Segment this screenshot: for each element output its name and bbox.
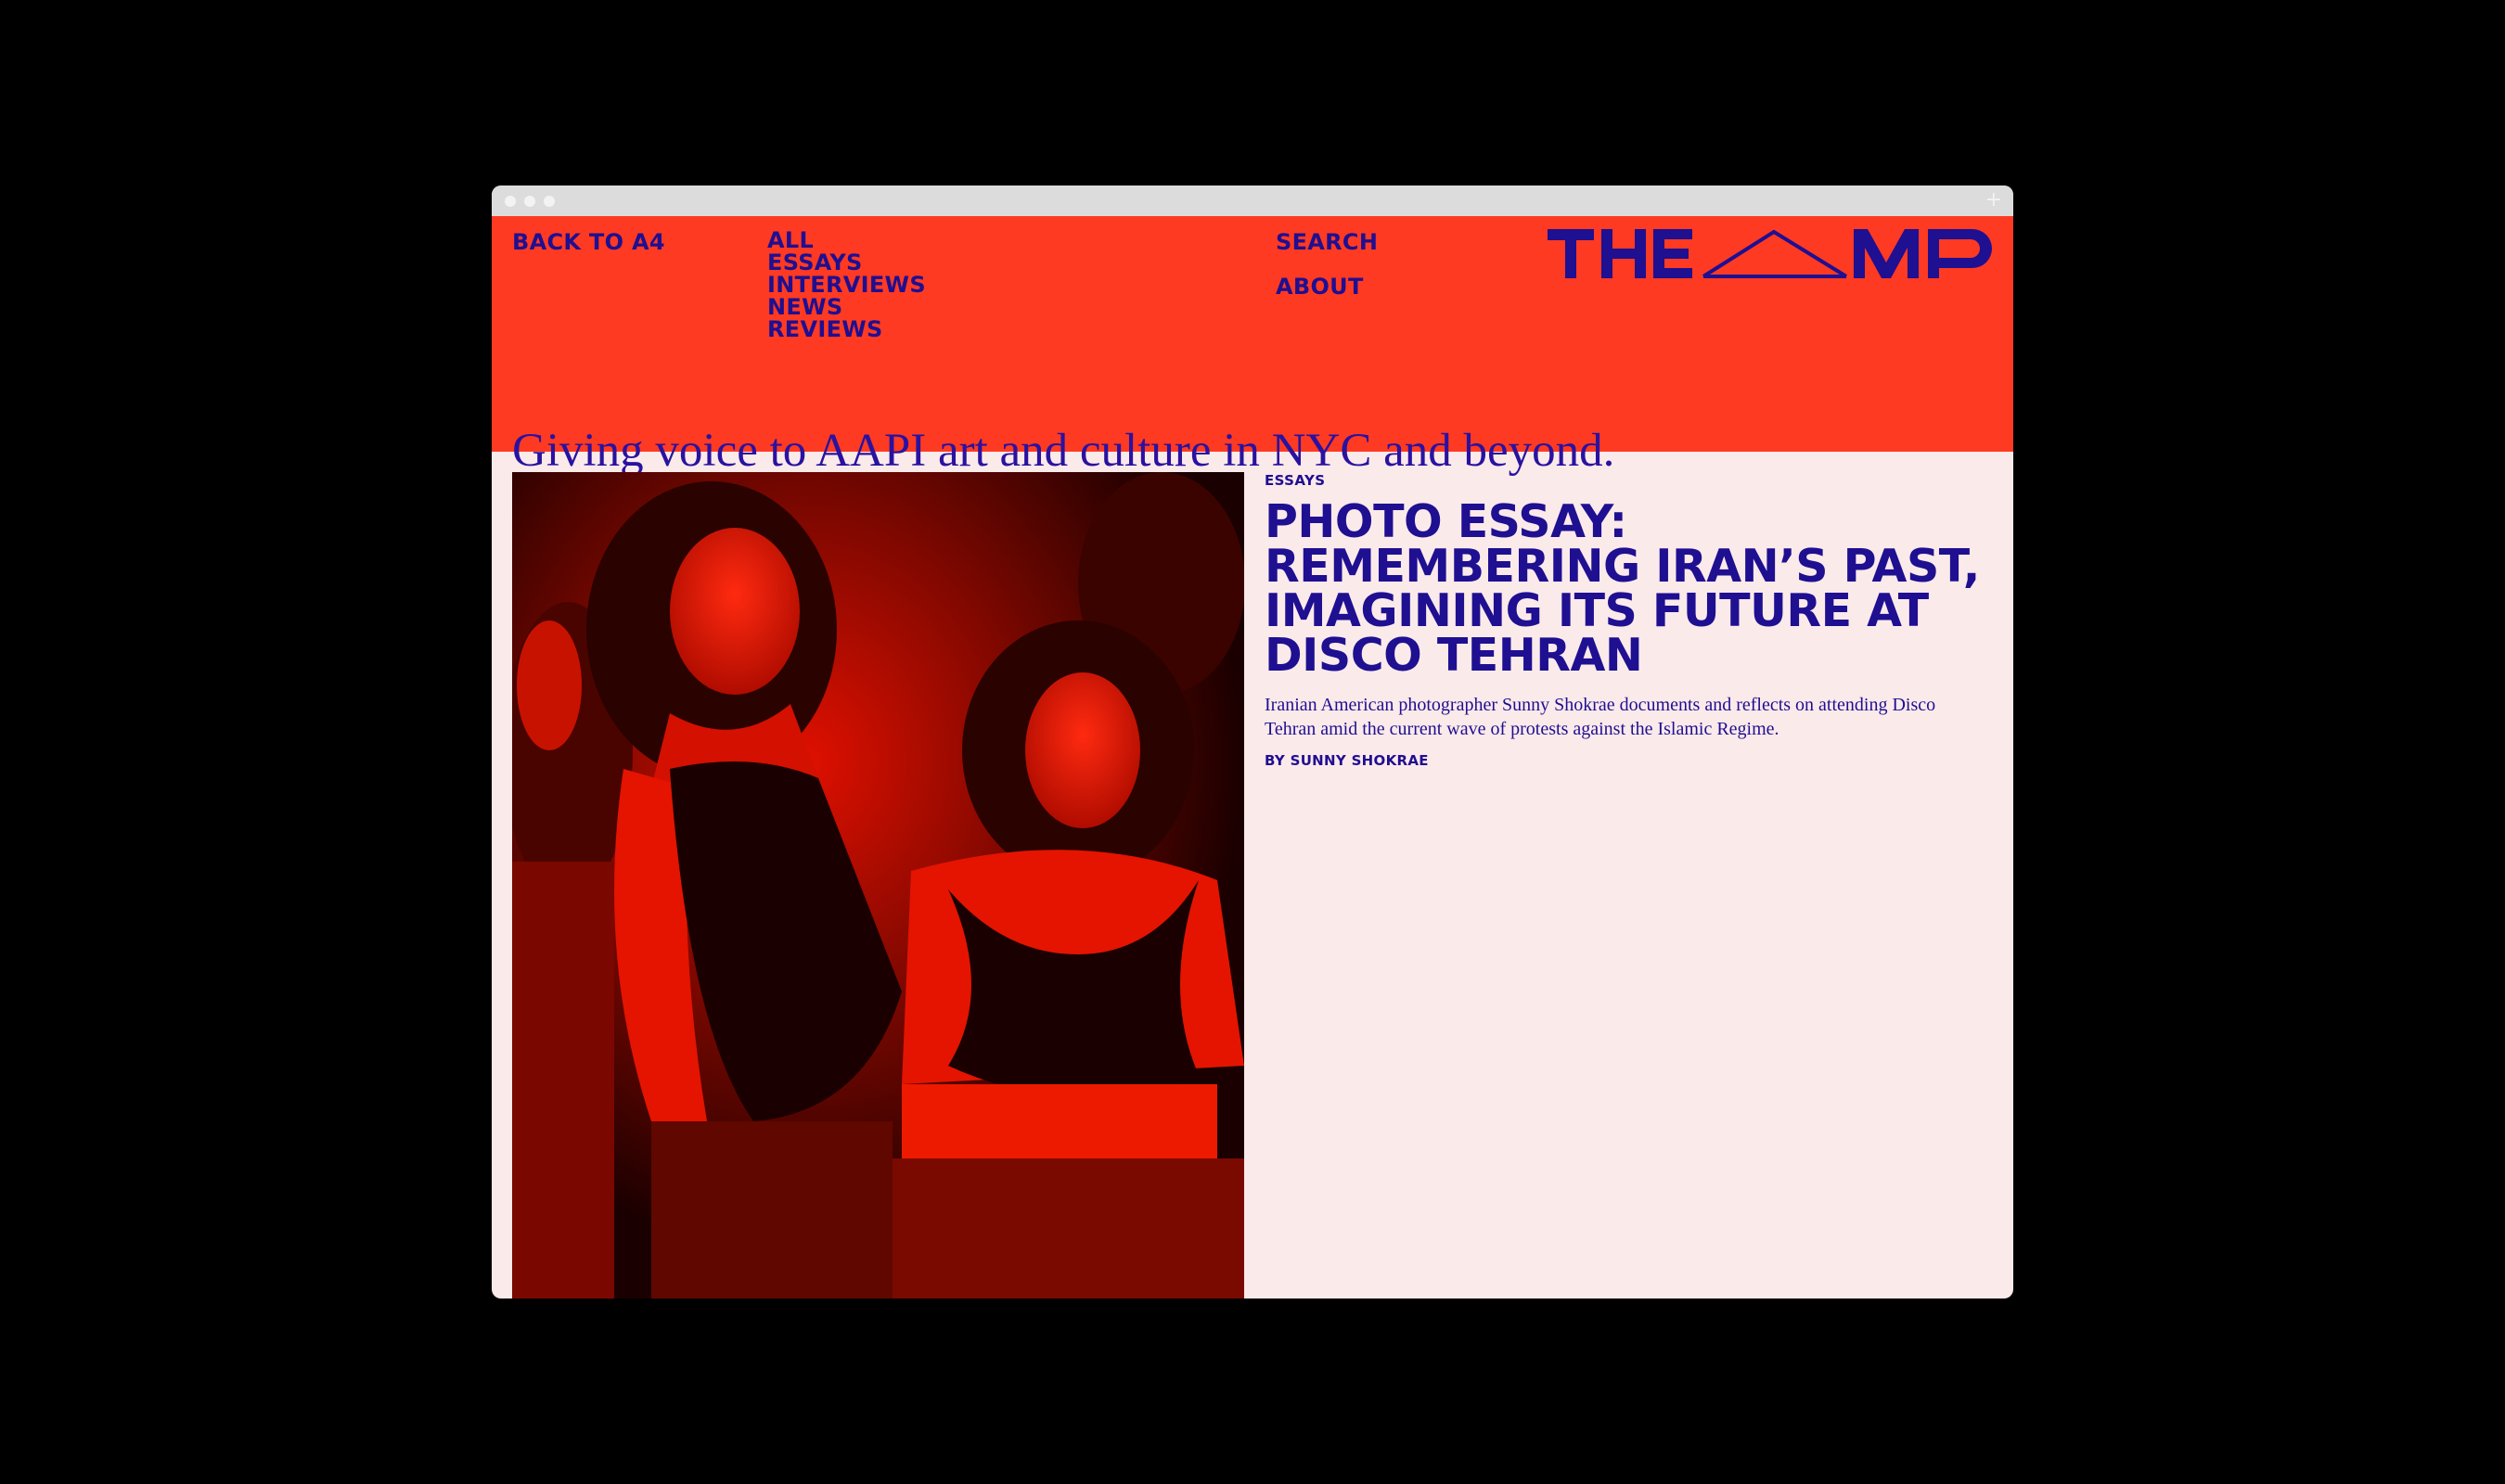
window-dot-icon[interactable]: [505, 196, 516, 207]
site-header: BACK TO A4 ALL ESSAYS INTERVIEWS NEWS RE…: [492, 216, 2013, 477]
site-logo[interactable]: [1548, 227, 1997, 283]
featured-article: ESSAYS PHOTO ESSAY: REMEMBERING IRAN’S P…: [1265, 472, 1998, 769]
article-category[interactable]: ESSAYS: [1265, 472, 1998, 489]
window-dot-icon[interactable]: [544, 196, 555, 207]
back-to-a4-link[interactable]: BACK TO A4: [512, 229, 665, 255]
browser-chrome: +: [492, 186, 2013, 216]
featured-photo-image: [512, 472, 1244, 1298]
article-byline[interactable]: BY SUNNY SHOKRAE: [1265, 752, 1998, 769]
site-tagline: Giving voice to AAPI art and culture in …: [512, 425, 1615, 477]
nav-item-news[interactable]: NEWS: [767, 296, 926, 318]
about-link[interactable]: ABOUT: [1276, 274, 1378, 300]
window-dot-icon[interactable]: [524, 196, 535, 207]
featured-photo[interactable]: [512, 472, 1244, 1298]
article-title[interactable]: PHOTO ESSAY: REMEMBERING IRAN’S PAST, IM…: [1265, 499, 1998, 678]
plus-icon[interactable]: +: [1985, 188, 2002, 212]
utility-nav: SEARCH ABOUT: [1276, 229, 1378, 318]
article-dek: Iranian American photographer Sunny Shok…: [1265, 695, 1936, 739]
browser-window: + BACK TO A4 ALL ESSAYS INTERVIEWS NEWS …: [492, 186, 2013, 1298]
nav-item-all[interactable]: ALL: [767, 229, 926, 251]
nav-item-interviews[interactable]: INTERVIEWS: [767, 274, 926, 296]
nav-item-essays[interactable]: ESSAYS: [767, 251, 926, 274]
nav-item-reviews[interactable]: REVIEWS: [767, 318, 926, 340]
category-nav: ALL ESSAYS INTERVIEWS NEWS REVIEWS: [767, 229, 926, 340]
search-link[interactable]: SEARCH: [1276, 229, 1378, 255]
